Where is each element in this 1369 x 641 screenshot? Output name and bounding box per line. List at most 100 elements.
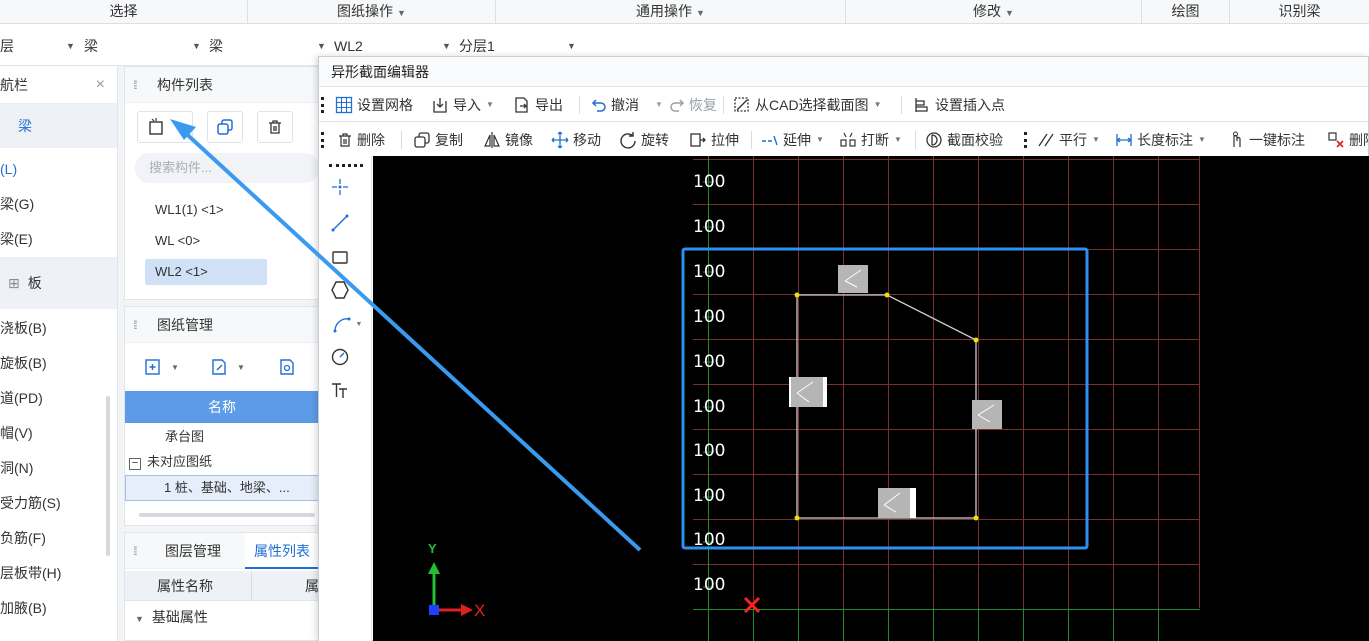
drag-grip-icon[interactable]: ⁞⁞ <box>133 533 137 569</box>
drag-grip-icon[interactable] <box>321 97 324 113</box>
tree-row-foundation-drawing[interactable]: 1 桩、基础、地梁、... <box>125 475 319 501</box>
copy-component-button[interactable] <box>207 111 243 143</box>
navigation-panel: 导航栏× 梁 (L) 梁(G) 梁(E) ⊞板 浇板(B) 旋板(B) 道(PD… <box>0 66 118 641</box>
delete-component-button[interactable] <box>257 111 293 143</box>
drag-grip-icon[interactable]: ⁞⁞ <box>133 307 137 343</box>
export-icon <box>515 97 528 113</box>
scrollbar[interactable] <box>139 513 315 517</box>
set-insertion-point-button[interactable]: 设置插入点 <box>913 88 1005 121</box>
mirror-button[interactable]: 镜像 <box>483 123 533 156</box>
nav-item-column-cap[interactable]: 帽(V) <box>0 416 117 451</box>
move-button[interactable]: 移动 <box>551 123 601 156</box>
chevron-down-icon: ▼ <box>1198 135 1206 144</box>
redo-arrow-icon: ▼ <box>655 100 663 109</box>
break-button[interactable]: 打断 ▼ <box>839 123 902 156</box>
chevron-down-icon: ▼ <box>192 41 201 51</box>
chevron-down-icon: ▼ <box>174 122 182 132</box>
add-drawing-button[interactable]: ▼ <box>133 351 189 383</box>
tab-property-list[interactable]: 属性列表 <box>245 533 319 569</box>
arc-tool[interactable]: ▼ <box>329 313 365 335</box>
component-search-input[interactable]: 搜索构件... <box>135 153 319 183</box>
section-drawing-canvas[interactable]: 100 100 100 100 100 100 100 100 100 100 … <box>373 156 1369 641</box>
copy-button[interactable]: 复制 <box>413 123 463 156</box>
nav-item-beam-l[interactable]: (L) <box>0 152 117 187</box>
stretch-button[interactable]: 拉伸 <box>689 123 739 156</box>
ribbon-group-draw[interactable]: 绘图 <box>1142 0 1230 24</box>
component-item-wl[interactable]: WL <0> <box>145 228 210 254</box>
ribbon-group-select[interactable]: 选择 <box>0 0 248 24</box>
import-button[interactable]: 导入 ▼ <box>431 88 494 121</box>
collapse-arrow-icon: ▼ <box>135 614 144 624</box>
chevron-down-icon: ▼ <box>66 41 75 51</box>
property-section-basic[interactable]: ▼ 基础属性 <box>135 603 208 633</box>
delete-dimension-button[interactable]: 删除 <box>1327 123 1368 156</box>
grid-spacing-label: 100 <box>693 217 726 237</box>
redo-button[interactable]: ▼ 恢复 <box>655 88 717 121</box>
close-icon[interactable]: × <box>96 66 105 104</box>
nav-item-beam-g[interactable]: 梁(G) <box>0 187 117 222</box>
nav-item-slab[interactable]: 浇板(B) <box>0 311 117 346</box>
nav-item-slab-band[interactable]: 层板带(H) <box>0 556 117 591</box>
arc-icon <box>333 317 351 333</box>
tab-layer-management[interactable]: 图层管理 <box>165 533 245 569</box>
locate-drawing-button[interactable] <box>269 351 305 383</box>
auto-dimension-button[interactable]: 一键标注 <box>1229 123 1305 156</box>
layer-select[interactable]: 分层1 ▼ <box>459 36 579 56</box>
new-component-button[interactable]: ▼ <box>137 111 193 143</box>
ribbon-group-drawing-ops[interactable]: 图纸操作 ▼ <box>248 0 496 24</box>
component-list-panel: ⁞⁞ 构件列表 ▼ 搜索构件... WL1(1) <1> WL <0> WL2 <… <box>124 66 320 300</box>
export-button[interactable]: 导出 <box>513 88 563 121</box>
polygon-tool[interactable] <box>329 279 351 301</box>
insertion-point-icon <box>915 98 928 112</box>
tree-row-cap-drawing[interactable]: 承台图 <box>129 425 204 449</box>
drag-grip-icon[interactable]: ⁞⁞ <box>133 67 137 103</box>
scrollbar[interactable] <box>106 396 110 556</box>
check-icon <box>926 132 942 148</box>
drag-grip-icon[interactable] <box>329 164 363 167</box>
length-dimension-button[interactable]: 长度标注 ▼ <box>1115 123 1206 156</box>
ribbon-group-identify-beam[interactable]: 识别梁 <box>1230 0 1369 24</box>
text-tool[interactable] <box>329 380 351 402</box>
nav-item-main-rebar[interactable]: 受力筋(S) <box>0 486 117 521</box>
nav-item-haunch[interactable]: 加腋(B) <box>0 591 117 626</box>
nav-item-ramp[interactable]: 道(PD) <box>0 381 117 416</box>
collapse-icon[interactable]: − <box>129 458 141 470</box>
element-type-select[interactable]: 梁 ▼ <box>84 36 204 56</box>
delete-button[interactable]: 删除 <box>337 123 385 156</box>
element-subtype-select[interactable]: 梁 ▼ <box>209 36 329 56</box>
chevron-down-icon: ▼ <box>397 8 406 18</box>
floor-select[interactable]: 层 ▼ <box>0 36 80 56</box>
component-item-wl1[interactable]: WL1(1) <1> <box>145 197 234 223</box>
drag-grip-icon[interactable] <box>321 132 324 148</box>
extend-button[interactable]: 延伸 ▼ <box>761 123 824 156</box>
parallel-button[interactable]: 平行 ▼ <box>1037 123 1100 156</box>
component-item-wl2[interactable]: WL2 <1> <box>145 259 267 285</box>
set-grid-button[interactable]: 设置网格 <box>335 88 413 121</box>
drag-grip-icon[interactable] <box>1024 132 1027 148</box>
nav-item-beam-e[interactable]: 梁(E) <box>0 222 117 257</box>
ribbon-group-common-ops[interactable]: 通用操作 ▼ <box>496 0 846 24</box>
section-check-button[interactable]: 截面校验 <box>925 123 1003 156</box>
nav-category-slab[interactable]: ⊞ 板 <box>0 257 117 309</box>
circle-tool[interactable] <box>329 346 351 368</box>
parallel-icon <box>1038 133 1054 147</box>
editor-toolbar-primary: 设置网格 导入 ▼ 导出 撤消 ▼ 恢复 从CAD选择截面图 ▼ 设置插入点 <box>319 88 1368 122</box>
ribbon-group-modify[interactable]: 修改 ▼ <box>846 0 1142 24</box>
nav-category-beam[interactable]: 梁 <box>0 104 117 148</box>
undo-button[interactable]: 撤消 <box>591 88 639 121</box>
nav-item-negative-rebar[interactable]: 负筋(F) <box>0 521 117 556</box>
select-from-cad-button[interactable]: 从CAD选择截面图 ▼ <box>733 88 881 121</box>
nav-item-spiral-slab[interactable]: 旋板(B) <box>0 346 117 381</box>
nav-item-slab-hole[interactable]: 洞(N) <box>0 451 117 486</box>
tree-row-unmatched[interactable]: − 未对应图纸 <box>129 450 212 474</box>
chevron-down-icon: ▼ <box>237 362 245 372</box>
x-axis-label: X <box>474 601 486 620</box>
element-name-select[interactable]: WL2 ▼ <box>334 36 454 56</box>
edit-drawing-button[interactable]: ▼ <box>199 351 255 383</box>
component-list-title: ⁞⁞ 构件列表 <box>125 67 319 103</box>
point-tool[interactable] <box>329 176 351 198</box>
rotate-button[interactable]: 旋转 <box>619 123 669 156</box>
line-tool[interactable] <box>329 212 351 234</box>
rectangle-tool[interactable] <box>329 246 351 268</box>
hexagon-icon <box>331 281 349 299</box>
